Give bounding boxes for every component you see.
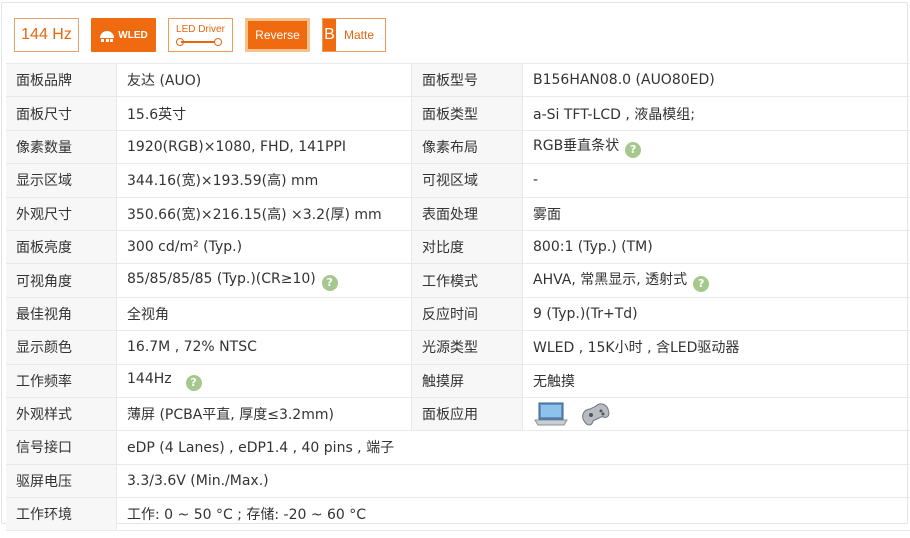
application-icons — [522, 397, 910, 432]
row-label: 信号接口 — [6, 430, 117, 465]
row-value: eDP (4 Lanes) , eDP1.4 , 40 pins , 端子 — [116, 430, 910, 465]
brand-link[interactable]: 友达 (AUO) — [116, 62, 412, 98]
row-label: 外观尺寸 — [6, 197, 117, 231]
table-row: 像素数量 1920(RGB)×1080, FHD, 141PPI 像素布局 RG… — [6, 130, 910, 165]
row-value: 3.3/3.6V (Min./Max.) — [116, 464, 910, 499]
row-label: 光源类型 — [411, 330, 523, 365]
matte-text: Matte — [344, 28, 375, 42]
row-value: - — [522, 163, 910, 198]
refresh-rate-text: 144 Hz — [21, 26, 72, 43]
row-label: 工作环境 — [6, 497, 117, 532]
row-label: 像素数量 — [6, 130, 117, 165]
reverse-text: Reverse — [255, 28, 300, 42]
refresh-rate-badge: 144 Hz — [14, 18, 79, 52]
row-label: 反应时间 — [411, 297, 523, 332]
help-icon[interactable]: ? — [321, 274, 338, 291]
row-value-cell: 144Hz? — [116, 364, 412, 398]
row-label: 工作模式 — [411, 263, 523, 298]
row-value: 工作: 0 ~ 50 °C ; 存储: -20 ~ 60 °C — [116, 497, 910, 532]
row-label: 面板型号 — [411, 62, 523, 98]
table-row: 工作频率 144Hz? 触摸屏 无触摸 — [6, 364, 910, 398]
led-driver-badge: LED Driver — [168, 18, 233, 52]
matte-badge: B Matte — [322, 18, 386, 52]
row-label: 对比度 — [411, 230, 523, 265]
size-link[interactable]: 15.6英寸 — [116, 96, 412, 131]
row-label: 可视角度 — [6, 263, 117, 298]
row-label: 外观样式 — [6, 397, 117, 432]
matte-letter: B — [323, 19, 336, 51]
wled-badge: WLED — [91, 18, 156, 52]
row-value: 无触摸 — [522, 364, 910, 398]
wled-text: WLED — [118, 29, 148, 41]
row-label: 面板尺寸 — [6, 96, 117, 131]
row-value: 雾面 — [522, 197, 910, 231]
row-value: 350.66(宽)×216.15(高) ×3.2(厚) mm — [116, 197, 412, 231]
row-value: 薄屏 (PCBA平直, 厚度≤3.2mm) — [116, 397, 412, 432]
row-label: 驱屏电压 — [6, 464, 117, 499]
led-driver-text: LED Driver — [176, 23, 225, 35]
row-label: 触摸屏 — [411, 364, 523, 398]
row-value: AHVA, 常黑显示, 透射式 — [533, 272, 688, 289]
spec-panel: 144 Hz WLED LED Driver Reverse B Matte 面… — [1, 2, 910, 532]
row-value: 144Hz — [127, 370, 172, 387]
gamepad-icon[interactable] — [579, 401, 613, 427]
table-row: 面板品牌 友达 (AUO) 面板型号 B156HAN08.0 (AUO80ED) — [6, 62, 910, 98]
table-row: 驱屏电压 3.3/3.6V (Min./Max.) — [6, 464, 910, 499]
connector-icon — [175, 37, 226, 47]
row-label: 显示区域 — [6, 163, 117, 198]
table-row: 显示区域 344.16(宽)×193.59(高) mm 可视区域 - — [6, 163, 910, 198]
row-value: WLED , 15K小时 , 含LED驱动器 — [522, 330, 910, 365]
table-row: 可视角度 85/85/85/85 (Typ.)(CR≥10)? 工作模式 AHV… — [6, 263, 910, 298]
row-label: 显示颜色 — [6, 330, 117, 365]
table-row: 最佳视角 全视角 反应时间 9 (Typ.)(Tr+Td) — [6, 297, 910, 332]
row-label: 面板类型 — [411, 96, 523, 131]
row-label: 最佳视角 — [6, 297, 117, 332]
row-value: 全视角 — [116, 297, 412, 332]
row-value: 85/85/85/85 (Typ.)(CR≥10) — [127, 270, 316, 287]
row-label: 面板应用 — [411, 397, 523, 432]
table-row: 外观样式 薄屏 (PCBA平直, 厚度≤3.2mm) 面板应用 — [6, 397, 910, 432]
feature-badges: 144 Hz WLED LED Driver Reverse B Matte — [14, 17, 386, 53]
model-link[interactable]: B156HAN08.0 (AUO80ED) — [522, 62, 910, 98]
row-value: 300 cd/m² (Typ.) — [116, 230, 412, 265]
table-row: 信号接口 eDP (4 Lanes) , eDP1.4 , 40 pins , … — [6, 430, 910, 465]
table-row: 面板亮度 300 cd/m² (Typ.) 对比度 800:1 (Typ.) (… — [6, 230, 910, 265]
row-label: 像素布局 — [411, 130, 523, 165]
row-label: 面板亮度 — [6, 230, 117, 265]
spec-table: 面板品牌 友达 (AUO) 面板型号 B156HAN08.0 (AUO80ED)… — [6, 62, 910, 532]
row-label: 工作频率 — [6, 364, 117, 398]
row-value: 800:1 (Typ.) (TM) — [522, 230, 910, 265]
row-label: 面板品牌 — [6, 62, 117, 98]
row-label: 表面处理 — [411, 197, 523, 231]
row-value: 344.16(宽)×193.59(高) mm — [116, 163, 412, 198]
help-icon[interactable]: ? — [185, 374, 202, 391]
row-value-cell: 85/85/85/85 (Typ.)(CR≥10)? — [116, 263, 412, 298]
laptop-icon[interactable] — [533, 401, 569, 427]
help-icon[interactable]: ? — [625, 142, 642, 159]
row-value-cell: AHVA, 常黑显示, 透射式? — [522, 263, 910, 298]
row-value: 16.7M , 72% NTSC — [116, 330, 412, 365]
row-value-cell: RGB垂直条状? — [522, 130, 910, 165]
table-row: 显示颜色 16.7M , 72% NTSC 光源类型 WLED , 15K小时 … — [6, 330, 910, 365]
help-icon[interactable]: ? — [693, 276, 710, 293]
row-value: 9 (Typ.)(Tr+Td) — [522, 297, 910, 332]
row-value: a-Si TFT-LCD , 液晶模组; — [522, 96, 910, 131]
row-value: RGB垂直条状 — [533, 138, 620, 155]
reverse-badge: Reverse — [245, 18, 310, 52]
row-label: 可视区域 — [411, 163, 523, 198]
table-row: 工作环境 工作: 0 ~ 50 °C ; 存储: -20 ~ 60 °C — [6, 497, 910, 532]
row-value: 1920(RGB)×1080, FHD, 141PPI — [116, 130, 412, 165]
table-row: 外观尺寸 350.66(宽)×216.15(高) ×3.2(厚) mm 表面处理… — [6, 197, 910, 231]
table-row: 面板尺寸 15.6英寸 面板类型 a-Si TFT-LCD , 液晶模组; — [6, 96, 910, 131]
lamp-icon — [100, 31, 115, 42]
